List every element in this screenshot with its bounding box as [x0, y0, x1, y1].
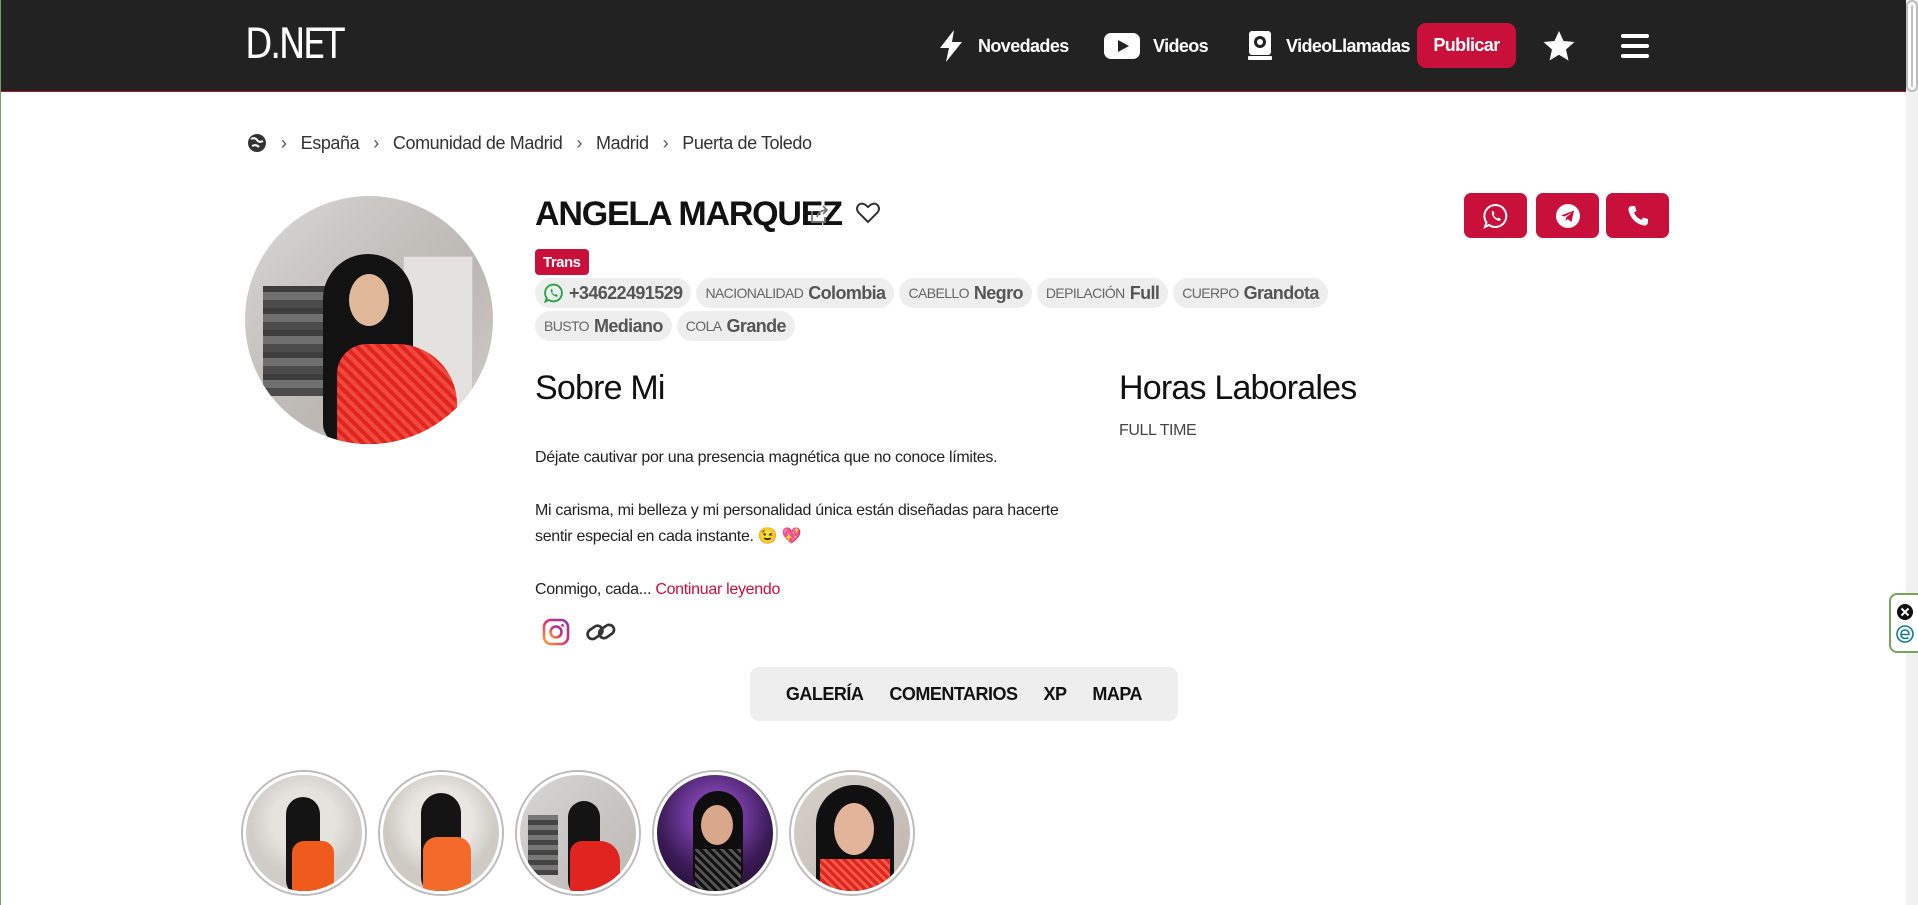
breadcrumb-item[interactable]: Comunidad de Madrid — [393, 133, 563, 154]
breadcrumb-item[interactable]: España — [301, 133, 360, 154]
chevron-right-icon: › — [576, 132, 582, 153]
gallery-thumbnail[interactable] — [380, 772, 502, 894]
breadcrumb-item[interactable]: Madrid — [596, 133, 649, 154]
chevron-right-icon: › — [373, 132, 379, 153]
attribute-chip: Nacionalidad Colombia — [696, 278, 895, 308]
badge-label: Trans — [543, 253, 581, 271]
telegram-icon — [1555, 203, 1580, 228]
gallery-thumbnail[interactable] — [791, 772, 913, 894]
attribute-value: Grande — [726, 315, 787, 336]
nav-label: Novedades — [978, 35, 1069, 56]
play-icon — [1104, 33, 1140, 59]
attribute-value: Colombia — [808, 282, 886, 303]
attribute-key: Depilación — [1045, 285, 1125, 301]
nav-novedades[interactable]: Novedades — [936, 26, 1069, 66]
breadcrumb: › España › Comunidad de Madrid › Madrid … — [247, 128, 812, 158]
attribute-chips: +34622491529 Nacionalidad Colombia Cabel… — [535, 278, 1385, 341]
hamburger-icon — [1621, 34, 1649, 58]
close-icon[interactable] — [1896, 603, 1914, 621]
accessibility-widget[interactable] — [1889, 593, 1918, 653]
whatsapp-icon — [544, 283, 563, 303]
menu-button[interactable] — [1613, 24, 1657, 68]
heart-icon[interactable] — [855, 200, 881, 226]
gallery-thumbnail[interactable] — [243, 772, 365, 894]
gallery-thumbnail[interactable] — [654, 772, 776, 894]
attribute-chip: Cola Grande — [676, 311, 795, 341]
about-paragraph-last: Conmigo, cada... Continuar leyendo — [535, 577, 1065, 603]
instagram-link[interactable] — [540, 616, 572, 648]
nav-videos[interactable]: Videos — [1103, 26, 1209, 66]
publish-label: Publicar — [1433, 35, 1500, 55]
website-link[interactable] — [585, 616, 617, 648]
attribute-value: Mediano — [593, 315, 663, 336]
profile-avatar[interactable] — [245, 196, 493, 444]
profile-tabs: GALERÍA COMENTARIOS XP MAPA — [750, 667, 1178, 721]
tab-mapa[interactable]: MAPA — [1092, 684, 1142, 705]
share-icon[interactable] — [808, 202, 832, 226]
chevron-right-icon: › — [281, 132, 287, 153]
nav-label: VideoLlamadas — [1286, 35, 1411, 56]
attribute-value: Grandota — [1243, 282, 1320, 303]
attribute-chip: Busto Mediano — [535, 311, 672, 341]
attribute-key: Busto — [544, 318, 590, 334]
tab-comentarios[interactable]: COMENTARIOS — [889, 684, 1018, 705]
about-paragraph: Déjate cautivar por una presencia magnét… — [535, 449, 998, 466]
hours-title: Horas Laborales — [1119, 369, 1357, 407]
attribute-value: Full — [1129, 282, 1160, 303]
attribute-chip: Depilación Full — [1036, 278, 1169, 308]
page-scrollbar[interactable] — [1906, 0, 1918, 905]
top-navbar: D.NET Novedades Videos VideoLlamadas Pub… — [1, 0, 1918, 92]
attribute-key: Nacionalidad — [705, 285, 804, 301]
publish-button[interactable]: Publicar — [1417, 23, 1516, 68]
link-icon — [586, 623, 616, 641]
about-excerpt: Conmigo, cada... — [535, 581, 652, 598]
instagram-icon — [542, 618, 570, 646]
webcam-icon — [1248, 31, 1272, 60]
globe-icon[interactable] — [247, 133, 267, 153]
attribute-key: Cuerpo — [1182, 285, 1239, 301]
star-icon — [1543, 31, 1575, 61]
site-logo[interactable]: D.NET — [245, 19, 345, 68]
chevron-right-icon: › — [662, 132, 669, 153]
category-badge: Trans — [535, 249, 589, 275]
telegram-button[interactable] — [1536, 193, 1599, 238]
whatsapp-icon — [1482, 203, 1507, 229]
attribute-chip: Cabello Negro — [899, 278, 1032, 308]
hours-value: FULL TIME — [1119, 422, 1197, 439]
read-more-link[interactable]: Continuar leyendo — [655, 581, 780, 598]
breadcrumb-item[interactable]: Puerta de Toledo — [682, 133, 812, 154]
nav-label: Videos — [1153, 35, 1209, 56]
attribute-key: Cabello — [908, 285, 969, 301]
edge-icon[interactable] — [1896, 625, 1914, 643]
about-title: Sobre Mi — [535, 369, 665, 407]
phone-number: +34622491529 — [569, 282, 683, 303]
attribute-value: Negro — [973, 282, 1024, 303]
tab-xp[interactable]: XP — [1043, 684, 1067, 705]
call-button[interactable] — [1606, 193, 1669, 238]
phone-chip[interactable]: +34622491529 — [535, 278, 692, 308]
lightning-icon — [940, 30, 962, 62]
attribute-key: Cola — [685, 318, 722, 334]
gallery-thumbnail[interactable] — [517, 772, 639, 894]
whatsapp-button[interactable] — [1464, 193, 1527, 238]
logo-text: D.NET — [245, 19, 345, 68]
favorites-button[interactable] — [1537, 24, 1581, 68]
profile-name: ANGELA MARQUEZ — [535, 195, 843, 233]
nav-videollamadas[interactable]: VideoLlamadas — [1246, 26, 1411, 66]
about-paragraph: Mi carisma, mi belleza y mi personalidad… — [535, 502, 1059, 545]
phone-icon — [1627, 205, 1648, 226]
tab-galeria[interactable]: GALERÍA — [786, 684, 864, 705]
attribute-chip: Cuerpo Grandota — [1173, 278, 1328, 308]
